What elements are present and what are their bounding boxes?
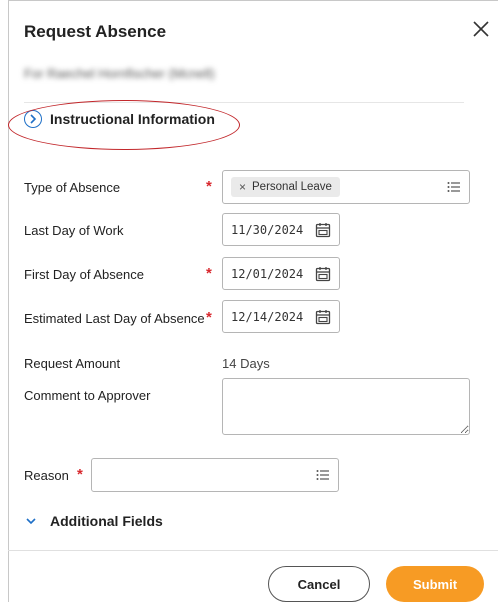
additional-fields-toggle[interactable]: Additional Fields — [26, 513, 163, 529]
close-icon[interactable] — [470, 18, 492, 40]
cancel-button[interactable]: Cancel — [268, 566, 370, 602]
calendar-icon[interactable] — [315, 309, 331, 325]
first-day-of-absence-input[interactable]: 12/01/2024 — [222, 257, 340, 290]
worker-name-subtitle: For Raechel Hornfischer (Mcnell) — [24, 66, 215, 81]
date-value: 12/14/2024 — [231, 310, 304, 324]
estimated-last-day-input[interactable]: 12/14/2024 — [222, 300, 340, 333]
reason-select[interactable] — [91, 458, 339, 492]
calendar-icon[interactable] — [315, 266, 331, 282]
additional-fields-label: Additional Fields — [50, 513, 163, 529]
last-day-of-work-label: Last Day of Work — [24, 223, 124, 238]
type-of-absence-label: Type of Absence — [24, 180, 121, 195]
required-marker: * — [77, 466, 83, 483]
comment-to-approver-textarea[interactable] — [222, 378, 470, 435]
list-icon[interactable] — [447, 181, 461, 193]
footer-divider — [8, 550, 498, 551]
comment-to-approver-label: Comment to Approver — [24, 388, 151, 403]
selected-pill: × Personal Leave — [231, 177, 340, 197]
request-amount-label: Request Amount — [24, 356, 121, 371]
submit-button[interactable]: Submit — [386, 566, 484, 602]
last-day-of-work-input[interactable]: 11/30/2024 — [222, 213, 340, 246]
chevron-down-icon — [26, 518, 36, 525]
required-marker: * — [206, 178, 212, 195]
list-icon[interactable] — [316, 469, 330, 481]
remove-icon[interactable]: × — [239, 180, 246, 194]
instructional-information-label: Instructional Information — [50, 111, 215, 127]
type-of-absence-field[interactable]: × Personal Leave — [222, 170, 470, 204]
date-value: 11/30/2024 — [231, 223, 304, 237]
first-day-of-absence-label: First Day of Absence — [24, 267, 144, 282]
instructional-information-toggle[interactable]: Instructional Information — [24, 110, 215, 128]
required-marker: * — [206, 265, 212, 282]
dialog-title: Request Absence — [24, 22, 167, 41]
estimated-last-day-label: Estimated Last Day of Absence — [24, 311, 205, 326]
date-value: 12/01/2024 — [231, 267, 304, 281]
calendar-icon[interactable] — [315, 222, 331, 238]
required-marker: * — [206, 309, 212, 326]
request-amount-value: 14 Days — [222, 356, 270, 371]
selected-value: Personal Leave — [252, 181, 332, 193]
chevron-right-circle-icon — [24, 110, 42, 128]
header-divider — [24, 102, 464, 103]
reason-label: Reason — [24, 468, 69, 483]
